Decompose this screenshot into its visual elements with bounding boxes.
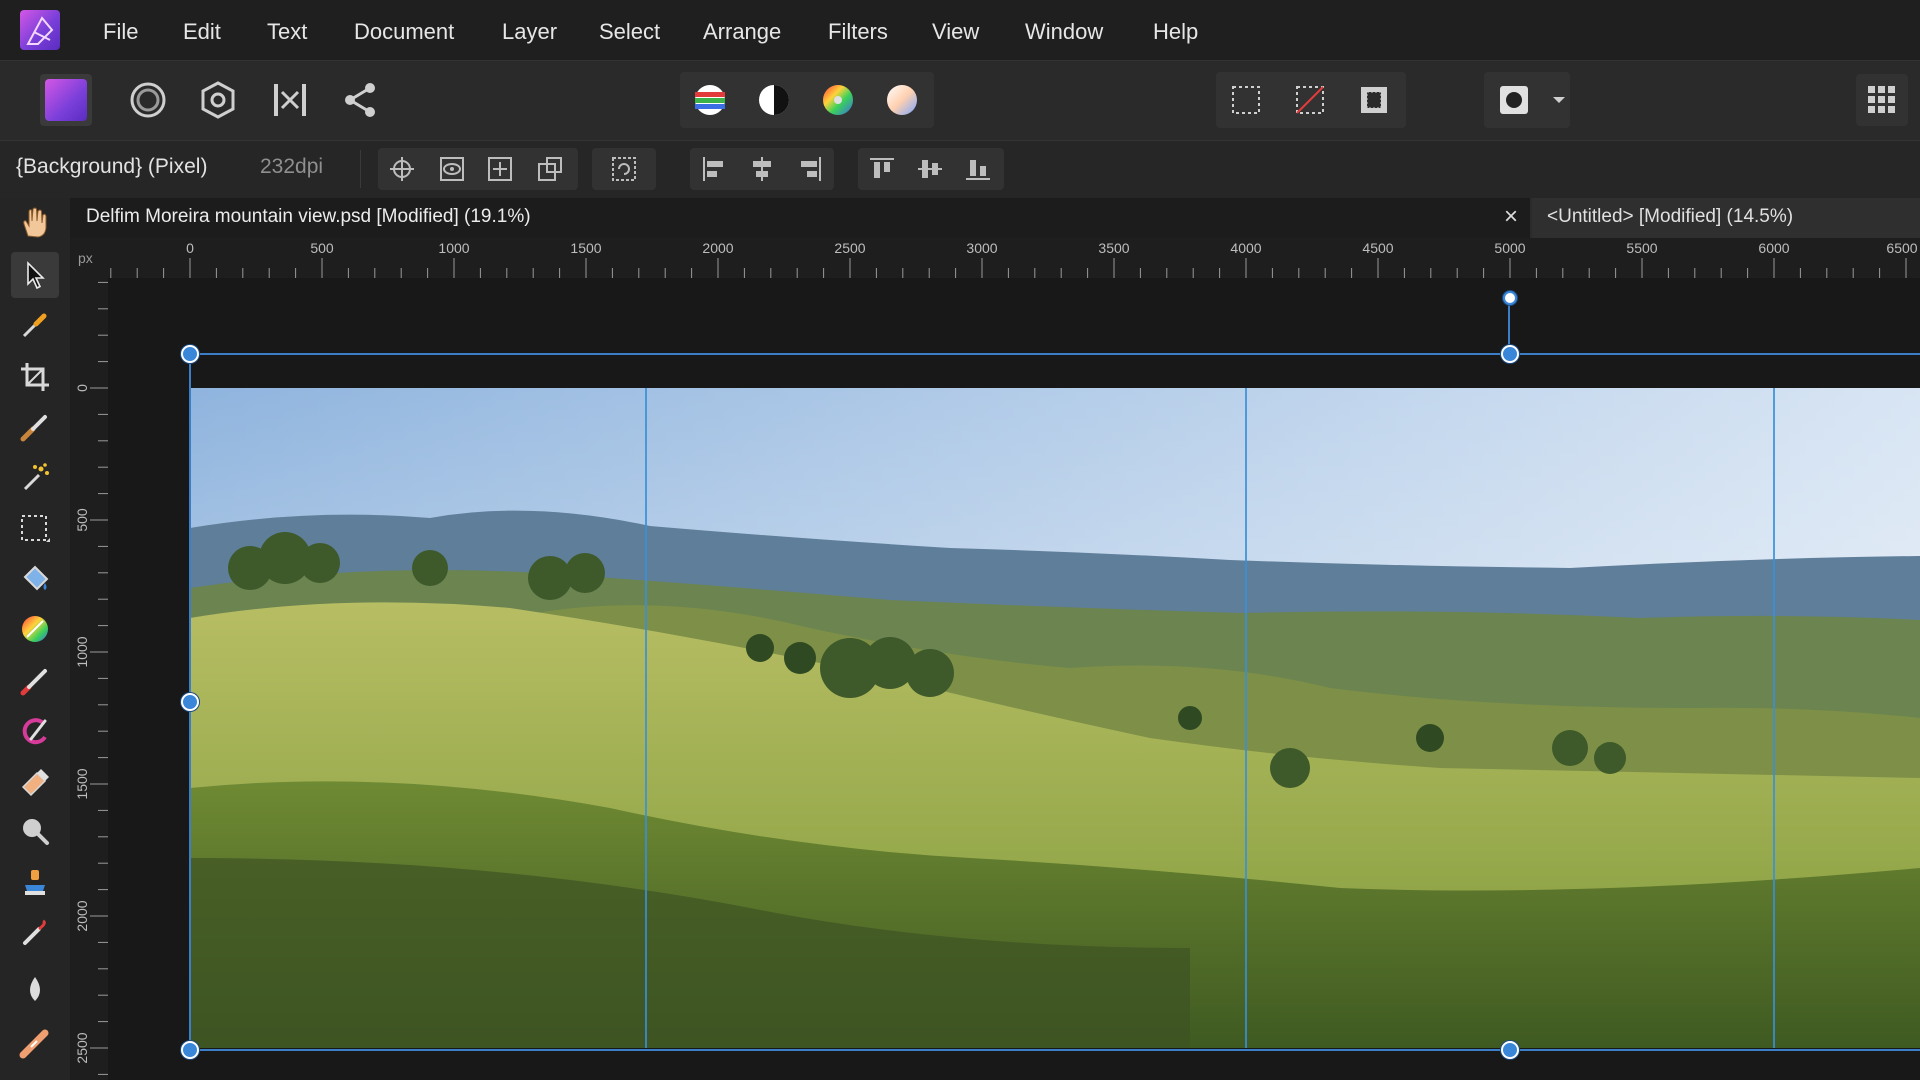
align-top-icon[interactable] — [860, 150, 904, 188]
ruler-top-label: 5500 — [1626, 240, 1658, 256]
column-guide[interactable] — [1773, 388, 1775, 1048]
ruler-top-label: 4000 — [1230, 240, 1262, 256]
menu-layer[interactable]: Layer — [502, 0, 557, 60]
column-guide[interactable] — [1245, 388, 1247, 1048]
align-bottom-icon[interactable] — [956, 150, 1000, 188]
flood-select-icon[interactable] — [11, 454, 59, 500]
close-tab-icon[interactable]: × — [1497, 203, 1525, 231]
ruler-unit-label: px — [78, 250, 93, 266]
rotation-handle[interactable] — [1503, 291, 1517, 305]
ruler-left-label: 2000 — [74, 900, 90, 932]
marquee-select-icon[interactable] — [1220, 74, 1272, 126]
align-left-icon[interactable] — [692, 150, 736, 188]
dodge-tool-icon[interactable] — [11, 808, 59, 854]
invert-selection-icon[interactable] — [1348, 74, 1400, 126]
quick-mask-icon[interactable] — [1488, 74, 1540, 126]
flood-fill-icon[interactable] — [11, 556, 59, 602]
ruler-left-label: 2500 — [74, 1032, 90, 1064]
auto-contrast-icon[interactable] — [748, 74, 800, 126]
transform-objects-separately-icon[interactable] — [528, 150, 572, 188]
blemish-removal-icon[interactable] — [11, 910, 59, 956]
menu-arrange[interactable]: Arrange — [703, 0, 781, 60]
landscape-photo[interactable] — [190, 388, 1920, 1048]
menu-help[interactable]: Help — [1153, 0, 1198, 60]
layer-name-label: {Background} (Pixel) — [16, 155, 208, 178]
ruler-top-label: 2500 — [834, 240, 866, 256]
menu-view[interactable]: View — [932, 0, 979, 60]
color-replacement-icon[interactable] — [11, 708, 59, 754]
develop-persona-icon[interactable] — [192, 74, 244, 126]
marquee-tool-icon[interactable] — [11, 506, 59, 552]
auto-white-balance-icon[interactable] — [876, 74, 928, 126]
ruler-top-label: 500 — [310, 240, 334, 256]
show-bounding-box-icon[interactable] — [430, 150, 474, 188]
ruler-top-label: 3000 — [966, 240, 998, 256]
ruler-top-label: 1000 — [438, 240, 470, 256]
chevron-down-icon[interactable] — [1536, 74, 1582, 126]
menu-edit[interactable]: Edit — [183, 0, 221, 60]
menu-select[interactable]: Select — [599, 0, 660, 60]
ruler-top-label: 0 — [186, 240, 194, 256]
ruler-top-label: 5000 — [1494, 240, 1526, 256]
menu-window[interactable]: Window — [1025, 0, 1103, 60]
ruler-left-label: 0 — [74, 384, 90, 392]
dpi-label: 232dpi — [260, 155, 324, 178]
selection-handle-middle-left[interactable] — [181, 693, 199, 711]
paint-brush-icon[interactable] — [11, 658, 59, 704]
blur-tool-icon[interactable] — [11, 966, 59, 1012]
photo-persona-icon[interactable] — [40, 74, 92, 126]
selection-handle-top-left[interactable] — [181, 345, 199, 363]
ruler-left-label: 1000 — [74, 636, 90, 668]
align-center-icon[interactable] — [740, 150, 784, 188]
menu-document[interactable]: Document — [354, 0, 454, 60]
separator — [360, 150, 361, 188]
inpainting-icon[interactable] — [11, 1020, 59, 1066]
menu-file[interactable]: File — [103, 0, 138, 60]
deselect-icon[interactable] — [1284, 74, 1336, 126]
tone-mapping-persona-icon[interactable] — [264, 74, 316, 126]
menu-text[interactable]: Text — [267, 0, 307, 60]
selection-box-top-edge — [190, 353, 1920, 355]
align-middle-icon[interactable] — [908, 150, 952, 188]
menu-filters[interactable]: Filters — [828, 0, 888, 60]
ruler-top-label: 6500 — [1886, 240, 1918, 256]
view-tool-icon[interactable] — [11, 200, 59, 246]
column-guide[interactable] — [645, 388, 647, 1048]
ruler-top-label: 1500 — [570, 240, 602, 256]
gradient-tool-icon[interactable] — [11, 606, 59, 652]
clone-tool-icon[interactable] — [11, 860, 59, 906]
auto-levels-icon[interactable] — [684, 74, 736, 126]
crop-tool-icon[interactable] — [11, 354, 59, 400]
ruler-left-label: 1500 — [74, 768, 90, 800]
erase-brush-icon[interactable] — [11, 758, 59, 804]
ruler-top-label: 2000 — [702, 240, 734, 256]
liquify-persona-icon[interactable] — [122, 74, 174, 126]
selection-box-bottom-edge — [190, 1049, 1920, 1051]
snapping-icon[interactable] — [1856, 74, 1908, 126]
document-tab-title: Delfim Moreira mountain view.psd [Modifi… — [86, 206, 531, 227]
align-right-icon[interactable] — [788, 150, 832, 188]
auto-colors-icon[interactable] — [812, 74, 864, 126]
ruler-top-label: 4500 — [1362, 240, 1394, 256]
selection-brush-icon[interactable] — [11, 404, 59, 450]
selection-handle-bottom-left[interactable] — [181, 1041, 199, 1059]
document-tab-title-inactive: <Untitled> [Modified] (14.5%) — [1547, 206, 1794, 227]
move-tool-icon[interactable] — [11, 252, 59, 298]
export-persona-icon[interactable] — [334, 74, 386, 126]
selection-handle-bottom-center[interactable] — [1501, 1041, 1519, 1059]
vertical-ruler[interactable] — [70, 278, 109, 1080]
reset-selection-box-icon[interactable] — [602, 150, 646, 188]
selection-handle-top-center[interactable] — [1501, 345, 1519, 363]
color-picker-icon[interactable] — [11, 302, 59, 348]
transform-origin-icon[interactable] — [380, 150, 424, 188]
ruler-top-label: 3500 — [1098, 240, 1130, 256]
affinity-photo-logo-icon[interactable] — [20, 10, 60, 50]
scale-proportions-icon[interactable] — [478, 150, 522, 188]
ruler-top-label: 6000 — [1758, 240, 1790, 256]
ruler-left-label: 500 — [74, 508, 90, 532]
